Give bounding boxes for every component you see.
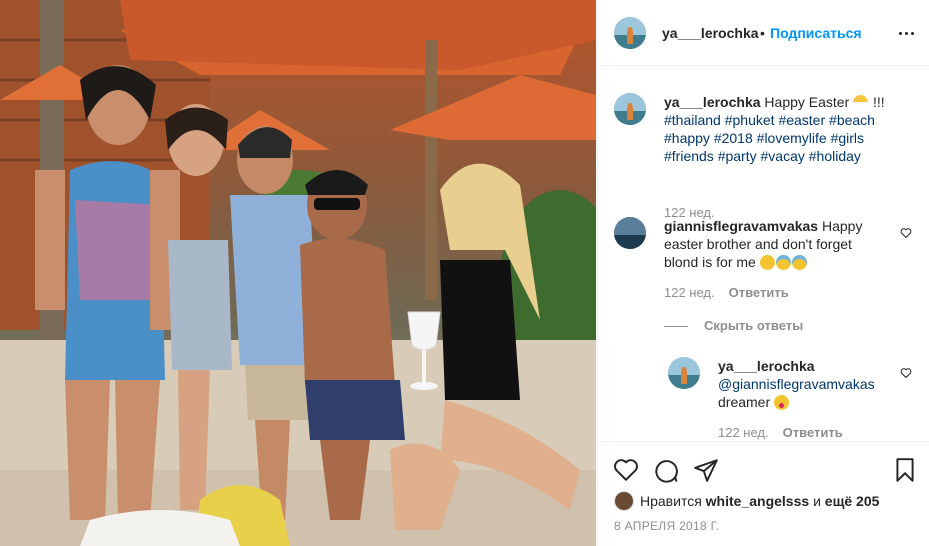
follow-button[interactable]: Подписаться — [770, 25, 862, 41]
post-actions: Нравится white_angelsss и ещё 205 8 АПРЕ… — [598, 441, 929, 546]
reply-username[interactable]: ya___lerochka — [718, 358, 815, 374]
comment-meta: 122 нед. Ответить — [664, 285, 789, 300]
comment: giannisflegravamvakas Happy easter broth… — [614, 217, 929, 307]
hashtag[interactable]: #holiday — [809, 148, 861, 164]
liker-avatar[interactable] — [614, 491, 634, 511]
baby-chick-emoji — [853, 95, 869, 110]
avatar[interactable] — [668, 357, 700, 389]
hide-replies-label: Скрыть ответы — [704, 318, 804, 333]
more-options-icon[interactable] — [898, 23, 916, 43]
post-photo[interactable] — [0, 0, 596, 546]
hashtag[interactable]: #2018 — [714, 130, 753, 146]
paper-plane-icon[interactable] — [693, 457, 719, 483]
avatar[interactable] — [614, 217, 646, 249]
hide-replies-button[interactable]: Скрыть ответы — [664, 318, 803, 333]
mention-link[interactable]: @giannisflegravamvakas — [718, 376, 875, 392]
likes-summary: Нравится white_angelsss и ещё 205 — [614, 491, 879, 511]
avatar[interactable] — [614, 93, 646, 125]
hashtag[interactable]: #happy — [664, 130, 710, 146]
separator-dot: • — [760, 25, 765, 41]
caption-username[interactable]: ya___lerochka — [664, 94, 761, 110]
reply-message: dreamer — [718, 394, 771, 410]
comment-age[interactable]: 122 нед. — [664, 285, 715, 300]
reply-meta: 122 нед. Ответить — [718, 425, 843, 440]
like-comment-heart-icon[interactable] — [900, 367, 912, 379]
tongue-face-emoji — [774, 395, 790, 410]
liker-username[interactable]: white_angelsss — [706, 493, 810, 509]
caption-text: ya___lerochka Happy Easter !!! #thailand… — [664, 93, 914, 165]
reply-text: ya___lerochka @giannisflegravamvakas dre… — [718, 357, 888, 411]
reply-button[interactable]: Ответить — [729, 285, 789, 300]
comment-text: giannisflegravamvakas Happy easter broth… — [664, 217, 889, 271]
caption: ya___lerochka Happy Easter !!! #thailand… — [614, 93, 929, 220]
avatar[interactable] — [614, 17, 646, 49]
hashtag[interactable]: #beach — [829, 112, 875, 128]
post-side-panel: ya___lerochka • Подписаться ya___lerochk… — [597, 0, 929, 546]
comments-list: ya___lerochka Happy Easter !!! #thailand… — [598, 67, 929, 441]
divider-line — [664, 326, 688, 328]
hashtag[interactable]: #vacay — [761, 148, 805, 164]
caption-message: Happy Easter — [764, 94, 850, 110]
likes-count[interactable]: ещё 205 — [825, 493, 880, 509]
hashtag[interactable]: #friends — [664, 148, 714, 164]
comment-icon[interactable] — [653, 457, 679, 483]
hashtag[interactable]: #girls — [831, 130, 864, 146]
hashtag[interactable]: #party — [718, 148, 757, 164]
comment-username[interactable]: giannisflegravamvakas — [664, 218, 818, 234]
hashtag[interactable]: #lovemylife — [757, 130, 827, 146]
sweat-face-emoji — [791, 255, 807, 270]
hashtag[interactable]: #phuket — [725, 112, 775, 128]
likes-middle: и — [813, 493, 821, 509]
face-emoji — [759, 255, 775, 270]
heart-icon[interactable] — [613, 457, 639, 483]
post-date[interactable]: 8 АПРЕЛЯ 2018 Г. — [614, 519, 720, 533]
bookmark-icon[interactable] — [892, 457, 918, 483]
reply-button[interactable]: Ответить — [783, 425, 843, 440]
hashtag[interactable]: #thailand — [664, 112, 721, 128]
likes-prefix: Нравится — [640, 493, 702, 509]
post-author-username[interactable]: ya___lerochka — [662, 25, 759, 41]
post-header: ya___lerochka • Подписаться — [598, 0, 929, 66]
sweat-face-emoji — [775, 255, 791, 270]
post-photo-image — [0, 0, 596, 546]
caption-exclaim: !!! — [869, 94, 885, 110]
reply: ya___lerochka @giannisflegravamvakas dre… — [668, 357, 929, 441]
reply-age[interactable]: 122 нед. — [718, 425, 769, 440]
hashtag[interactable]: #easter — [778, 112, 825, 128]
like-comment-heart-icon[interactable] — [900, 227, 912, 239]
